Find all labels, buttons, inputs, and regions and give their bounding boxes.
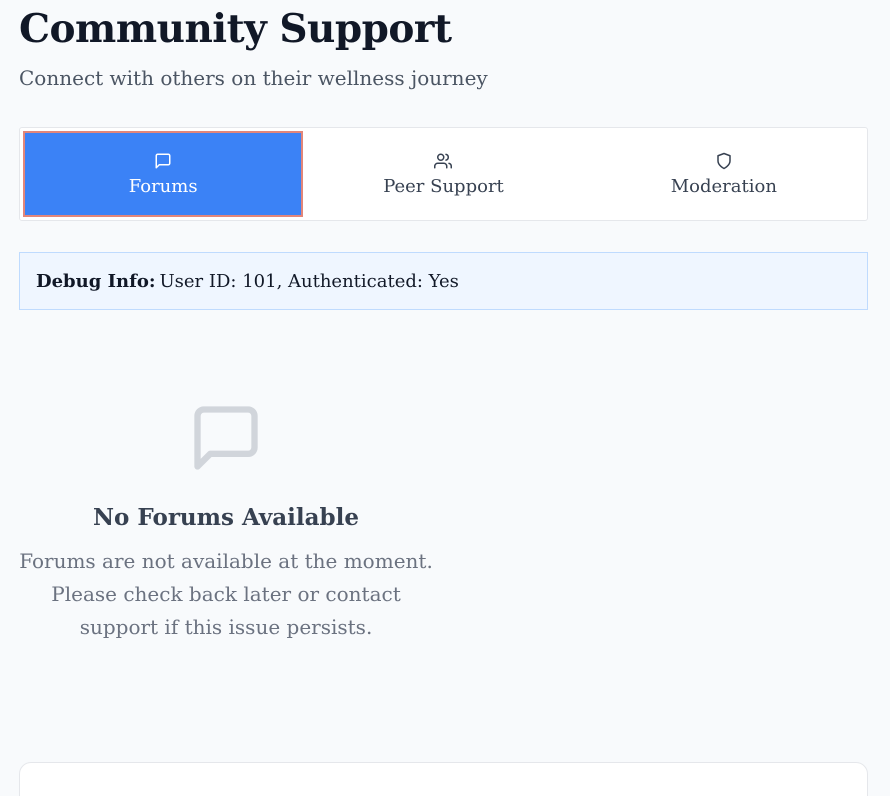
- community-support-page: Community Support Connect with others on…: [0, 0, 890, 796]
- page-title: Community Support: [19, 6, 452, 52]
- page-subtitle: Connect with others on their wellness jo…: [19, 66, 488, 90]
- tab-moderation-label: Moderation: [670, 175, 777, 197]
- tab-forums-label: Forums: [128, 175, 198, 197]
- bottom-card: [19, 762, 868, 796]
- debug-info-box: Debug Info: User ID: 101, Authenticated:…: [19, 252, 868, 310]
- debug-info-value: User ID: 101, Authenticated: Yes: [159, 270, 459, 292]
- debug-info-key: Debug Info:: [36, 270, 156, 292]
- message-square-icon: [155, 153, 171, 168]
- tab-peer-support-label: Peer Support: [383, 175, 504, 197]
- tab-moderation[interactable]: Moderation: [584, 131, 864, 217]
- empty-state: No Forums Available Forums are not avail…: [19, 400, 433, 644]
- users-icon: [434, 153, 453, 168]
- empty-state-message: Forums are not available at the moment. …: [19, 549, 433, 639]
- tab-forums[interactable]: Forums: [23, 131, 304, 217]
- message-square-icon: [194, 406, 258, 470]
- tab-peer-support[interactable]: Peer Support: [303, 131, 583, 217]
- empty-state-title: No Forums Available: [93, 504, 359, 531]
- tab-bar: Forums Peer Support Moderation: [19, 127, 868, 221]
- shield-icon: [717, 152, 731, 169]
